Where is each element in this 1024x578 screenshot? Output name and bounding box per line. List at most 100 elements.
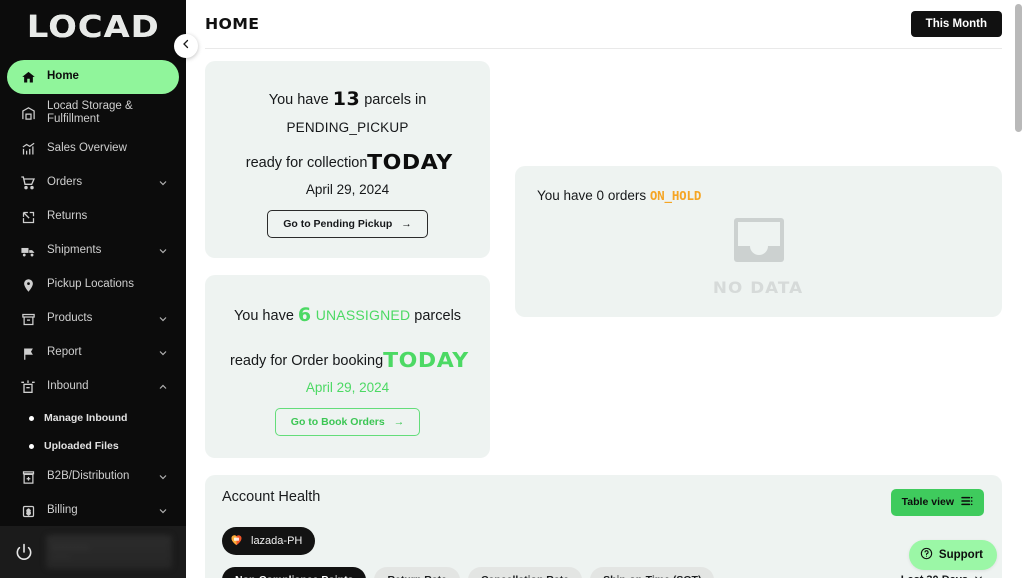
flag-icon [19, 344, 37, 362]
brand-logo[interactable]: LOCAD [0, 0, 186, 56]
sidebar-item-report[interactable]: Report [7, 336, 179, 370]
chevron-down-icon[interactable] [157, 505, 169, 517]
shop-filter-chip-lazada-ph[interactable]: lazada-PH [222, 526, 316, 555]
user-profile-blurred[interactable]: •••••••••• •••••• [46, 535, 172, 569]
list-lines-icon [961, 496, 973, 509]
unassigned-ready-line: ready for Order booking TODAY [223, 345, 472, 376]
filter-ship-on-time[interactable]: Ship-on-Time (SOT) [590, 566, 715, 578]
sidebar-item-label: Sales Overview [47, 142, 127, 155]
chevron-down-icon[interactable] [157, 313, 169, 325]
filter-cancellation-rate[interactable]: Cancellation Rate [467, 566, 583, 578]
sidebar-item-label: B2B/Distribution [47, 470, 130, 483]
sidebar-item-home[interactable]: Home [7, 60, 179, 94]
support-label: Support [938, 549, 983, 561]
date-range-label: Last 30 Days [901, 574, 968, 578]
unassigned-status: UNASSIGNED [315, 307, 411, 324]
sidebar-item-pickup-locations[interactable]: Pickup Locations [7, 268, 179, 302]
sidebar-item-sales-overview[interactable]: Sales Overview [7, 132, 179, 166]
sidebar-item-shipments[interactable]: Shipments [7, 234, 179, 268]
chevron-down-icon [973, 573, 984, 578]
logo-text: LOCAD [26, 10, 160, 45]
sidebar-item-locad-storage-fulfillment[interactable]: Locad Storage & Fulfillment [7, 94, 179, 132]
table-view-button[interactable]: Table view [890, 488, 984, 516]
pending-headline: You have 13 parcels in [223, 85, 472, 114]
sidebar-item-label: Home [47, 70, 79, 83]
sidebar-subitem-label: Uploaded Files [44, 440, 119, 452]
bullet-icon [29, 415, 34, 421]
sidebar: LOCAD Home Locad Storage & Fulfillment S [0, 0, 198, 578]
chart-bars-icon [19, 140, 37, 158]
sidebar-item-inbound[interactable]: Inbound [7, 370, 179, 404]
unassigned-parcels-card: You have 6 UNASSIGNED parcels ready for … [205, 275, 490, 458]
sidebar-item-label: Locad Storage & Fulfillment [47, 99, 133, 125]
bullet-icon [29, 443, 34, 449]
pending-count: 13 [332, 88, 361, 110]
sidebar-nav: Home Locad Storage & Fulfillment Sales O… [0, 56, 186, 526]
svg-text:$: $ [26, 509, 30, 516]
distribution-icon [19, 468, 37, 486]
topbar: HOME This Month [186, 0, 1024, 48]
on-hold-text: You have 0 orders [537, 188, 647, 203]
sidebar-item-label: Products [47, 312, 93, 325]
main-content: HOME This Month You have 13 parcels in P… [186, 0, 1024, 578]
chevron-down-icon[interactable] [157, 347, 169, 359]
warehouse-icon [19, 104, 37, 122]
left-cards-column: You have 13 parcels in PENDING_PICKUP re… [205, 61, 490, 458]
account-health-panel: Account Health Table view lazada-PH [205, 474, 1002, 578]
sidebar-item-billing[interactable]: $ Billing [7, 494, 179, 526]
sidebar-collapse-button[interactable] [174, 34, 198, 58]
sidebar-subitem-manage-inbound[interactable]: Manage Inbound [0, 404, 186, 432]
filter-return-rate[interactable]: Return Rate [374, 566, 460, 578]
unassigned-cta-label: Go to Book Orders [290, 415, 385, 428]
table-view-label: Table view [901, 496, 954, 509]
power-icon[interactable] [14, 542, 34, 562]
app-root: LOCAD Home Locad Storage & Fulfillment S [0, 0, 1024, 578]
metric-filter-row: Non-Compliance Points Return Rate Cancel… [222, 566, 984, 578]
map-pin-icon [19, 276, 37, 294]
go-to-pending-pickup-button[interactable]: Go to Pending Pickup → [267, 210, 428, 239]
sidebar-item-label: Returns [47, 210, 88, 223]
cart-icon [19, 174, 37, 192]
date-range-selector[interactable]: Last 30 Days [901, 573, 984, 578]
sidebar-item-b2b-distribution[interactable]: B2B/Distribution [7, 460, 179, 494]
sidebar-item-returns[interactable]: Returns [7, 200, 179, 234]
sidebar-item-label: Pickup Locations [47, 278, 134, 291]
on-hold-orders-card: You have 0 orders ON_HOLD NO DATA [515, 166, 1002, 317]
chevron-down-icon[interactable] [157, 245, 169, 257]
sidebar-item-label: Inbound [47, 380, 89, 393]
unassigned-ready-text: ready for Order booking [230, 352, 384, 369]
support-button[interactable]: Support [908, 540, 997, 570]
scrollbar-thumb[interactable] [1015, 4, 1022, 132]
chevron-down-icon[interactable] [157, 177, 169, 189]
shop-chip-label: lazada-PH [251, 534, 303, 547]
sidebar-item-label: Report [47, 346, 82, 359]
go-to-book-orders-button[interactable]: Go to Book Orders → [274, 407, 421, 436]
external-link-icon [19, 208, 37, 226]
pending-today: TODAY [367, 150, 454, 175]
chevron-down-icon[interactable] [157, 471, 169, 483]
unassigned-date: April 29, 2024 [305, 379, 390, 395]
sidebar-subitem-uploaded-files[interactable]: Uploaded Files [0, 432, 186, 460]
chevron-left-icon [180, 37, 192, 55]
cards-row: You have 13 parcels in PENDING_PICKUP re… [205, 61, 1002, 458]
pending-prefix: You have [268, 92, 329, 108]
sidebar-subitem-label: Manage Inbound [44, 412, 128, 424]
page-scrollbar[interactable] [1015, 4, 1022, 574]
question-circle-icon [920, 547, 933, 563]
period-filter-button[interactable]: This Month [910, 11, 1002, 37]
user-role: •••••• [52, 552, 72, 562]
inbound-icon [19, 378, 37, 396]
chevron-up-icon[interactable] [157, 381, 169, 393]
pending-ready-text: ready for collection [245, 155, 368, 172]
unassigned-today: TODAY [383, 347, 469, 372]
billing-icon: $ [19, 502, 37, 520]
dashboard-content: You have 13 parcels in PENDING_PICKUP re… [186, 49, 1024, 578]
unassigned-headline: You have 6 UNASSIGNED parcels [223, 301, 472, 330]
unassigned-suffix: parcels [414, 308, 462, 325]
arrow-right-icon: → [401, 218, 412, 231]
filter-non-compliance-points[interactable]: Non-Compliance Points [222, 566, 367, 578]
sidebar-item-products[interactable]: Products [7, 302, 179, 336]
sidebar-item-orders[interactable]: Orders [7, 166, 179, 200]
pending-pickup-card: You have 13 parcels in PENDING_PICKUP re… [205, 61, 490, 259]
box-icon [19, 310, 37, 328]
